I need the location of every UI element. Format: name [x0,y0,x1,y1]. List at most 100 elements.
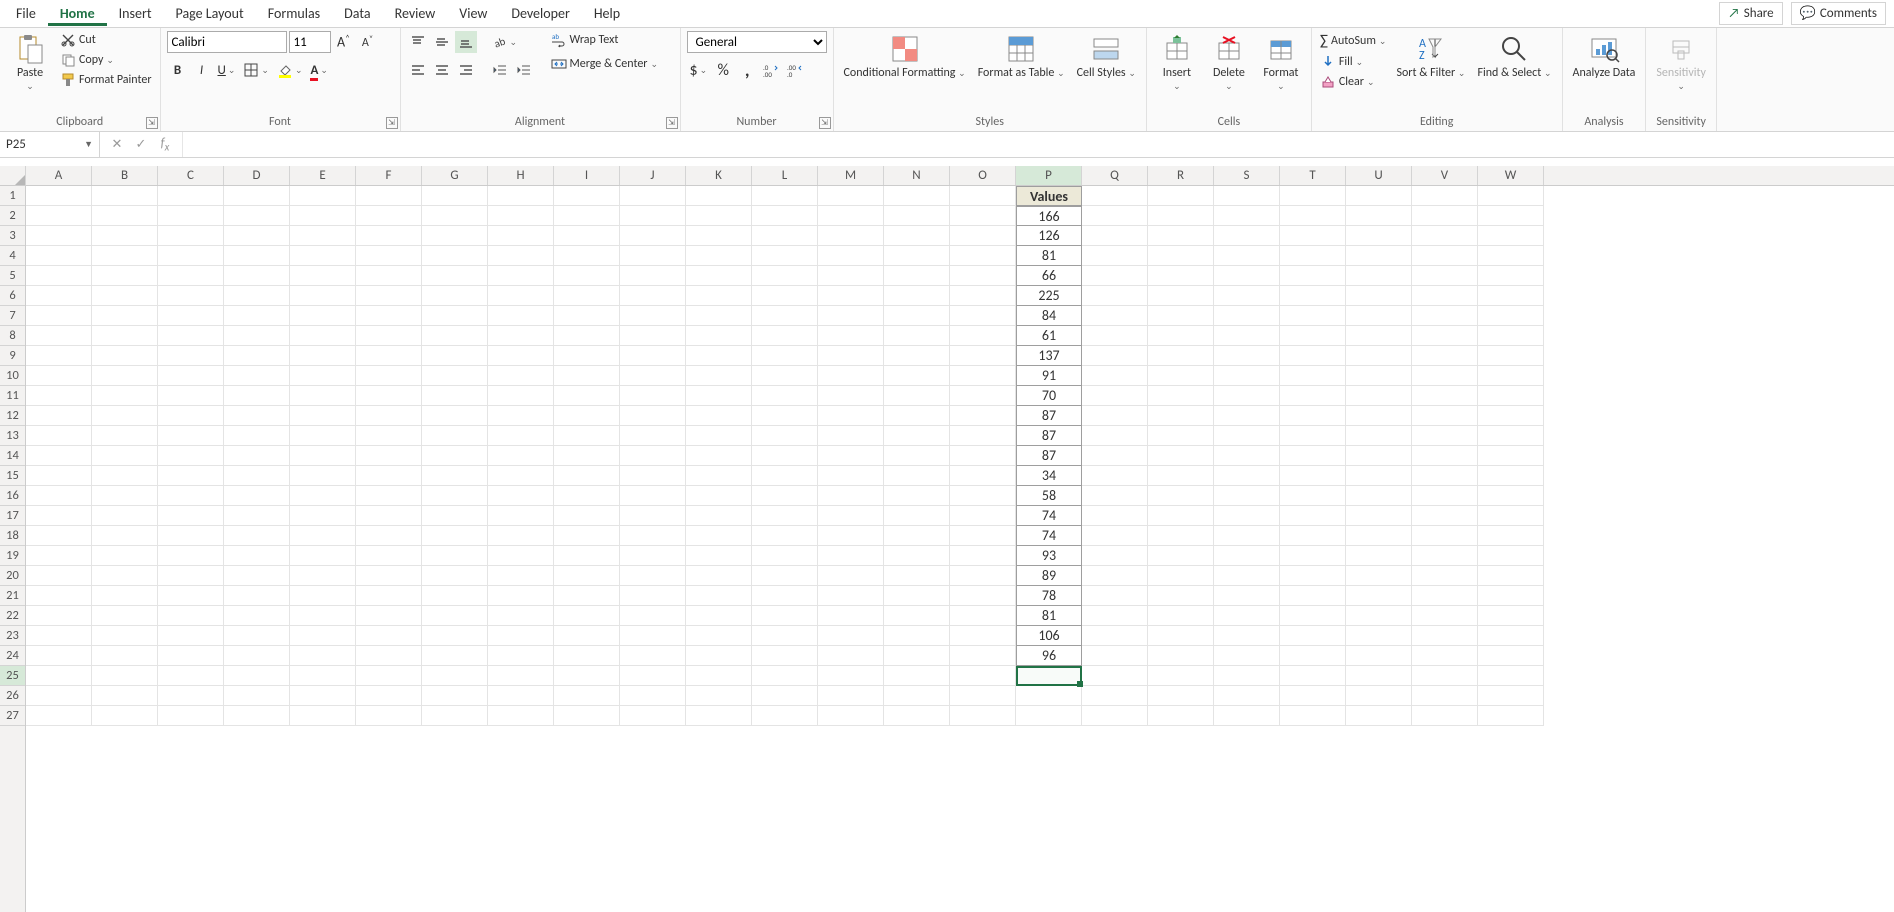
cell[interactable]: 84 [1016,306,1082,326]
tab-formulas[interactable]: Formulas [256,1,332,26]
cell[interactable] [950,226,1016,246]
cell[interactable] [1412,626,1478,646]
cell[interactable] [422,546,488,566]
cell[interactable]: 74 [1016,526,1082,546]
increase-decimal-button[interactable]: .0.00 [760,59,782,81]
cell[interactable]: 91 [1016,366,1082,386]
cell[interactable] [950,586,1016,606]
cell[interactable] [1148,486,1214,506]
cell[interactable] [158,206,224,226]
cell[interactable] [422,526,488,546]
tab-insert[interactable]: Insert [107,1,164,26]
cell[interactable] [1214,186,1280,206]
cell[interactable] [26,306,92,326]
cell[interactable] [290,286,356,306]
cell[interactable] [92,266,158,286]
cell[interactable] [686,506,752,526]
cell[interactable] [290,486,356,506]
cell[interactable] [818,486,884,506]
cell[interactable] [1280,286,1346,306]
orientation-button[interactable]: ab⌄ [489,31,521,53]
cell[interactable] [1478,286,1544,306]
cell[interactable] [92,306,158,326]
cell[interactable]: 96 [1016,646,1082,666]
cell[interactable]: 70 [1016,386,1082,406]
cell[interactable]: 106 [1016,626,1082,646]
cell[interactable] [158,606,224,626]
column-header[interactable]: S [1214,166,1280,185]
cell[interactable] [224,646,290,666]
cell[interactable] [752,666,818,686]
cell[interactable] [686,566,752,586]
cell[interactable] [1412,226,1478,246]
cell[interactable] [554,666,620,686]
cell[interactable] [26,266,92,286]
font-dialog-launcher[interactable]: ⇲ [386,117,398,129]
cell[interactable] [1346,446,1412,466]
cell[interactable] [818,286,884,306]
cell[interactable] [1412,406,1478,426]
align-left-button[interactable] [407,59,429,81]
cell[interactable] [1280,706,1346,726]
cell[interactable] [950,346,1016,366]
cell[interactable] [752,686,818,706]
cell[interactable] [1082,626,1148,646]
cell[interactable] [752,286,818,306]
cell[interactable] [554,606,620,626]
cell[interactable] [884,586,950,606]
cell[interactable] [818,646,884,666]
cell[interactable] [554,286,620,306]
cell[interactable] [1082,206,1148,226]
cell[interactable] [422,606,488,626]
cell[interactable] [488,406,554,426]
number-format-select[interactable]: General [687,31,827,53]
cell[interactable] [1082,506,1148,526]
cell[interactable] [26,386,92,406]
analyze-data-button[interactable]: Analyze Data [1569,31,1640,82]
row-header[interactable]: 25 [0,666,25,686]
cell[interactable] [1016,686,1082,706]
cell[interactable] [884,326,950,346]
cell[interactable] [290,306,356,326]
cell[interactable] [818,186,884,206]
cell[interactable] [290,446,356,466]
cell[interactable] [950,466,1016,486]
row-header[interactable]: 20 [0,566,25,586]
cell[interactable] [422,626,488,646]
cell[interactable] [1280,346,1346,366]
cell[interactable] [884,606,950,626]
cell[interactable] [488,346,554,366]
sort-filter-button[interactable]: AZ Sort & Filter ⌄ [1392,31,1469,82]
column-header[interactable]: G [422,166,488,185]
cell[interactable] [950,386,1016,406]
cell[interactable] [1214,286,1280,306]
cell[interactable] [158,706,224,726]
cell[interactable] [1478,666,1544,686]
cell[interactable] [356,506,422,526]
cell[interactable] [290,226,356,246]
cell[interactable]: 66 [1016,266,1082,286]
cell[interactable] [620,506,686,526]
cell[interactable] [620,226,686,246]
cell[interactable] [224,466,290,486]
cell[interactable] [1214,706,1280,726]
cell[interactable] [1346,626,1412,646]
cell[interactable] [1478,486,1544,506]
cell[interactable] [1082,426,1148,446]
cell[interactable] [224,206,290,226]
cell[interactable] [1082,386,1148,406]
cell[interactable] [1412,706,1478,726]
cell[interactable] [884,566,950,586]
cell[interactable] [1478,526,1544,546]
cell[interactable] [1148,446,1214,466]
cell[interactable] [1346,606,1412,626]
cell[interactable] [818,686,884,706]
insert-cells-button[interactable]: Insert⌄ [1153,31,1201,95]
cell[interactable] [1082,246,1148,266]
cell[interactable] [356,206,422,226]
cell[interactable] [1346,406,1412,426]
cell[interactable] [1214,206,1280,226]
cell[interactable] [1214,226,1280,246]
cancel-formula-button[interactable]: ✕ [108,137,126,152]
cell[interactable] [1280,686,1346,706]
